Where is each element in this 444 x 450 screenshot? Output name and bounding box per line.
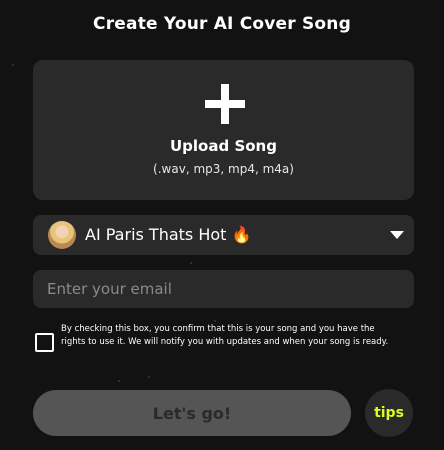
tips-button[interactable]: tips: [365, 389, 413, 437]
caret-down-icon[interactable]: [390, 231, 404, 239]
paris-avatar: [48, 221, 76, 249]
upload-song-label: Upload Song: [170, 137, 277, 155]
upload-song-dropzone[interactable]: Upload Song (.wav, mp3, mp4, m4a): [33, 60, 414, 200]
consent-text: By checking this box, you confirm that t…: [61, 324, 389, 347]
selected-voice-label: AI Paris Thats Hot 🔥: [85, 225, 252, 244]
plus-icon: [205, 84, 245, 124]
email-field[interactable]: [33, 270, 414, 308]
page-title: Create Your AI Cover Song: [93, 14, 351, 34]
voice-select-dropdown[interactable]: AI Paris Thats Hot 🔥: [33, 215, 414, 255]
upload-formats-text: (.wav, mp3, mp4, m4a): [153, 162, 294, 176]
consent-checkbox[interactable]: [35, 333, 54, 352]
lets-go-button[interactable]: Let's go!: [33, 390, 351, 436]
